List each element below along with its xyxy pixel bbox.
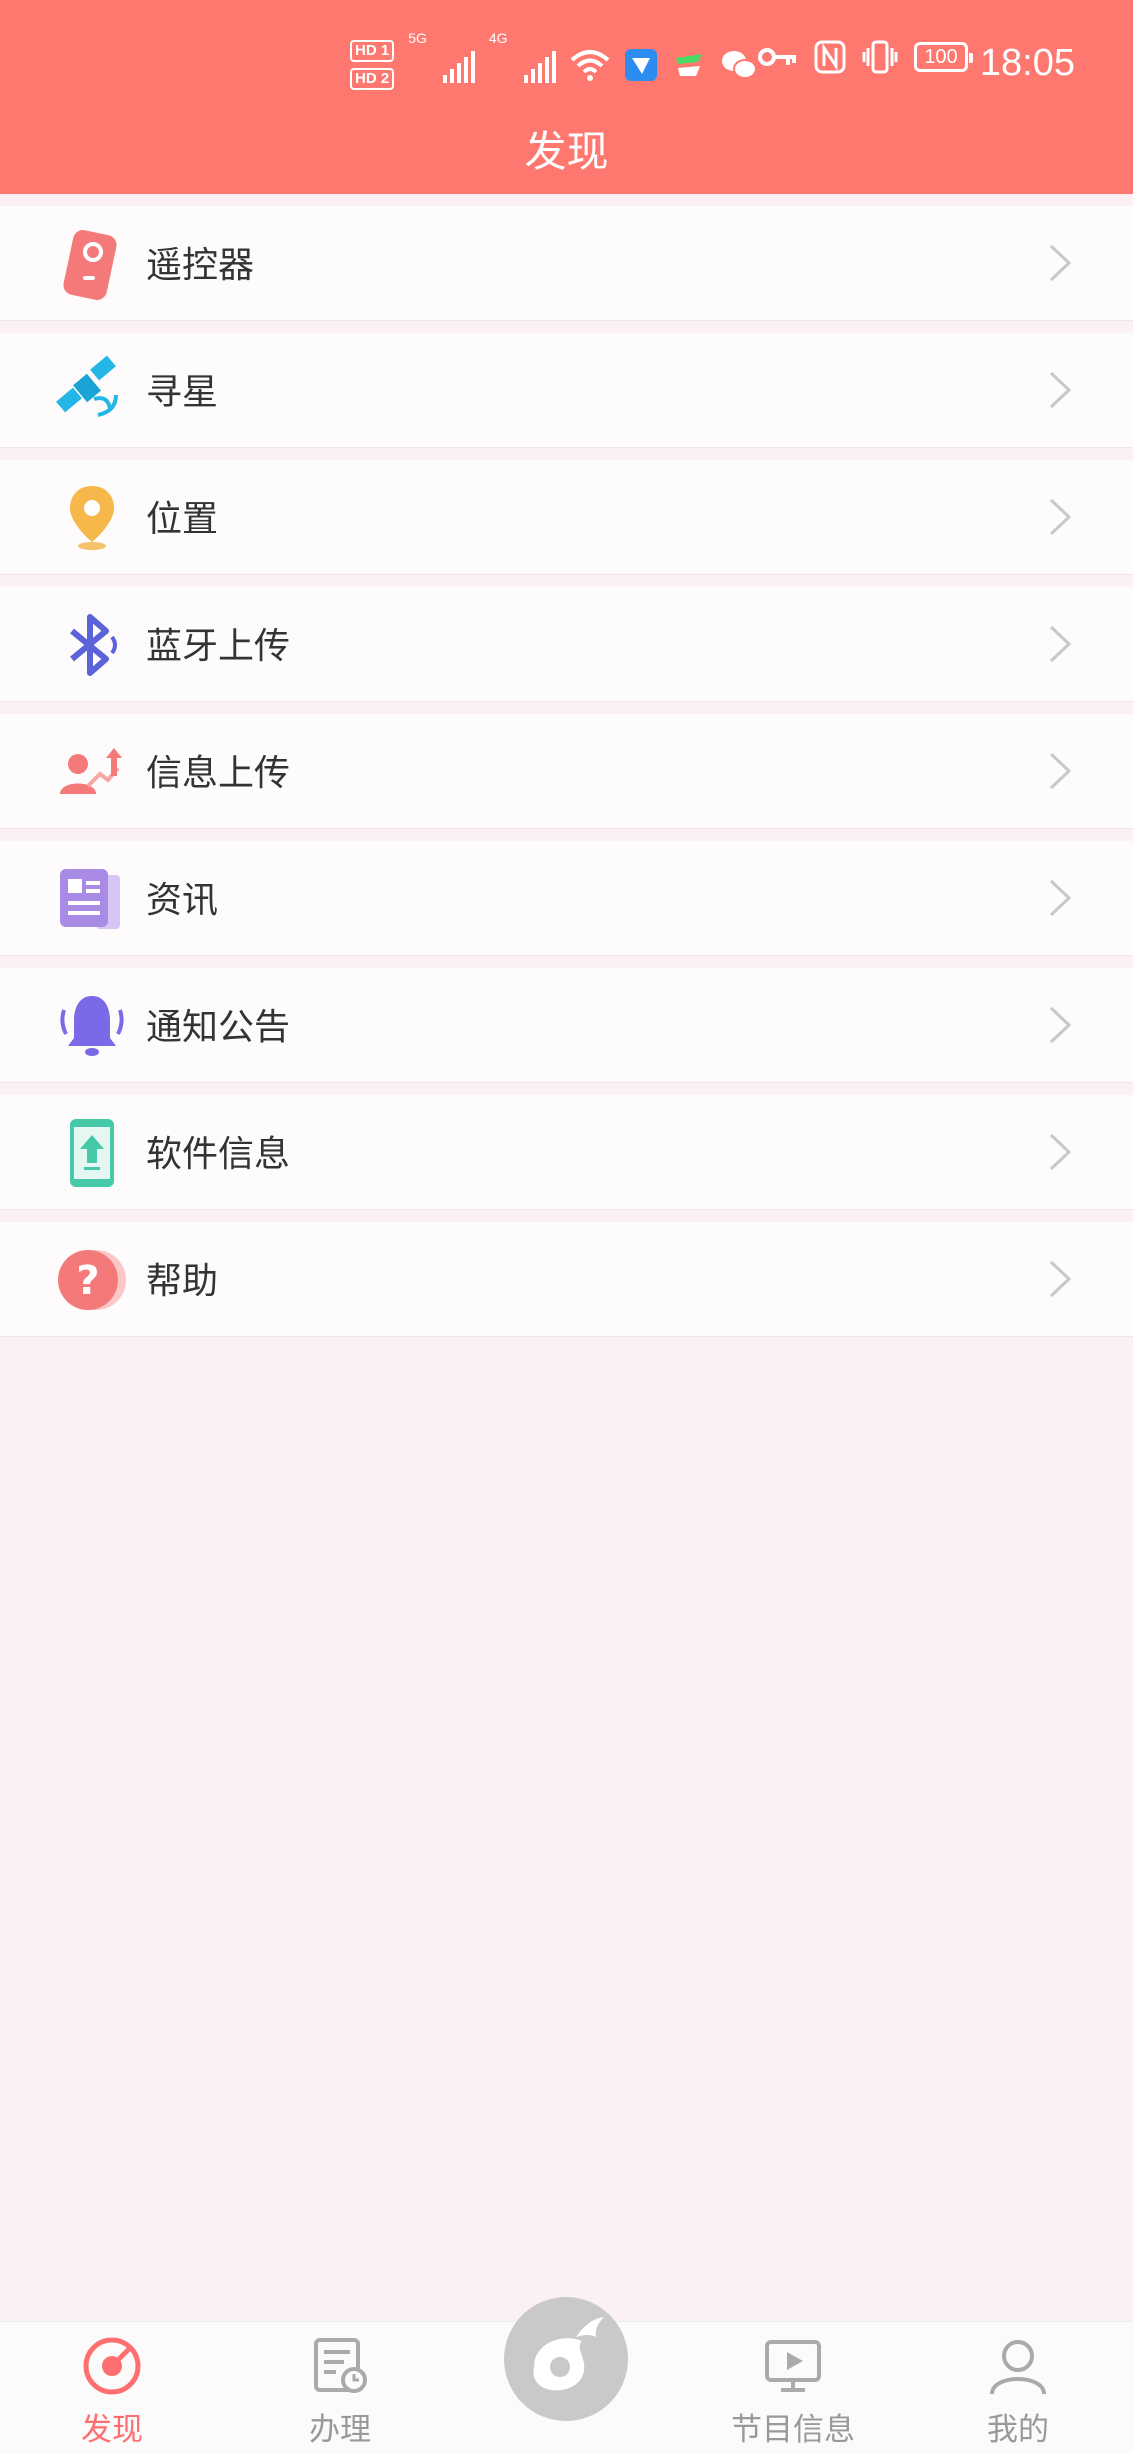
tab-label: 节目信息 [731,2412,855,2448]
user-icon [990,2340,1046,2395]
signal-icon [442,47,475,83]
battery-level: 100 [924,45,958,68]
menu-item-label: 通知公告 [146,1007,291,1048]
header-bar: HD 1 HD 2 5G 4G 100 18:05 发现 [0,0,1133,194]
chevron-right-icon [1049,625,1072,663]
menu-item-satellite[interactable]: 寻星 [0,333,1133,447]
menu-item-label: 寻星 [146,372,219,413]
status-bar: HD 1 HD 2 5G 4G 100 18:05 [0,0,1133,130]
nfc-icon [814,40,846,74]
tab-program-info[interactable]: 节目信息 [713,2322,873,2454]
app-notification-icon [624,49,657,81]
menu-item-label: 蓝牙上传 [146,626,291,667]
battery-icon: 100 [914,42,973,72]
menu-item-label: 资讯 [146,880,219,921]
remote-control-icon [63,230,117,300]
tv-play-icon [765,2340,821,2392]
tab-label: 办理 [309,2412,371,2448]
discover-menu: 遥控器 寻星 位置 蓝牙上传 信息上传 资讯 通知公告 软件信息 ? 帮助 [0,206,1133,1349]
menu-item-label: 遥控器 [146,245,255,286]
chevron-right-icon [1049,1260,1072,1298]
bell-icon [60,996,124,1056]
menu-item-help[interactable]: ? 帮助 [0,1222,1133,1336]
user-upload-icon [60,748,122,794]
brand-logo-icon [533,2317,604,2391]
menu-item-label: 信息上传 [146,753,291,794]
discover-icon [83,2337,141,2395]
bluetooth-icon [70,614,117,676]
chevron-right-icon [1049,752,1072,790]
menu-item-info-upload[interactable]: 信息上传 [0,714,1133,828]
chevron-right-icon [1049,244,1072,282]
page-title: 发现 [524,127,609,176]
menu-item-remote-control[interactable]: 遥控器 [0,206,1133,320]
tab-handle[interactable]: 办理 [260,2322,420,2454]
chevron-right-icon [1049,371,1072,409]
chevron-right-icon [1049,1006,1072,1044]
menu-item-notice[interactable]: 通知公告 [0,968,1133,1082]
wechat-icon [721,51,757,79]
tab-label: 我的 [987,2412,1049,2448]
center-home-button[interactable] [504,2297,628,2421]
vibrate-icon [862,40,898,74]
menu-item-software-info[interactable]: 软件信息 [0,1095,1133,1209]
chevron-right-icon [1049,498,1072,536]
document-clock-icon [314,2338,367,2393]
key-icon [758,48,796,66]
chevron-right-icon [1049,879,1072,917]
network-label-2: 4G [488,30,508,46]
svg-text:?: ? [76,1258,99,1304]
tab-discover[interactable]: 发现 [32,2322,192,2454]
menu-item-bluetooth-upload[interactable]: 蓝牙上传 [0,587,1133,701]
network-label-1: 5G [408,30,427,46]
status-icons-left: HD 1 HD 2 5G 4G [350,30,758,100]
satellite-icon [56,355,118,417]
menu-item-label: 位置 [146,499,219,540]
location-pin-icon [70,486,114,550]
menu-item-label: 软件信息 [146,1134,291,1175]
menu-item-news[interactable]: 资讯 [0,841,1133,955]
phone-upload-icon [70,1119,114,1187]
app-notification-icon-2 [675,54,702,76]
tab-mine[interactable]: 我的 [938,2322,1098,2454]
status-icons-right: 100 [758,40,973,74]
chevron-right-icon [1049,1133,1072,1171]
sim1-badge: HD 1 [350,40,395,62]
menu-item-location[interactable]: 位置 [0,460,1133,574]
sim2-badge: HD 2 [350,68,395,90]
signal-icon-2 [523,47,556,83]
tab-label: 发现 [81,2412,143,2448]
wifi-icon [570,50,609,81]
menu-item-label: 帮助 [146,1261,219,1302]
status-time: 18:05 [979,42,1075,84]
help-icon: ? [58,1250,126,1310]
sim-indicators: HD 1 HD 2 [350,40,395,90]
newspaper-icon [60,869,120,929]
